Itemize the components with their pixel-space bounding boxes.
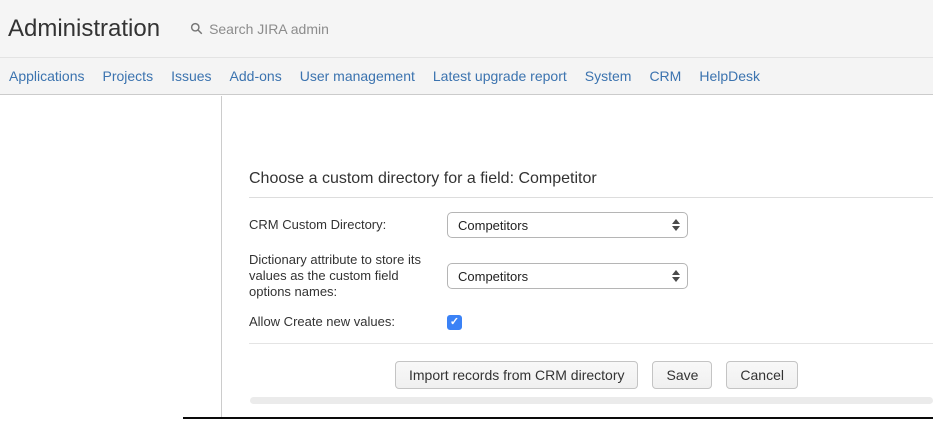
form-row-dictionary-attribute: Dictionary attribute to store its values…	[249, 252, 933, 300]
crm-directory-select-value: Competitors	[458, 218, 528, 233]
nav-item-user-management[interactable]: User management	[291, 68, 424, 84]
nav-item-issues[interactable]: Issues	[162, 68, 220, 84]
save-button[interactable]: Save	[652, 361, 712, 389]
dictionary-attribute-select[interactable]: Competitors	[447, 263, 688, 289]
form-divider	[249, 343, 933, 344]
nav-item-helpdesk[interactable]: HelpDesk	[690, 68, 769, 84]
nav-item-applications[interactable]: Applications	[0, 68, 94, 84]
crm-directory-select[interactable]: Competitors	[447, 212, 688, 238]
sidebar	[0, 96, 222, 417]
form-row-crm-directory: CRM Custom Directory: Competitors	[249, 212, 933, 238]
bottom-border-line	[183, 417, 933, 419]
nav-item-crm[interactable]: CRM	[640, 68, 690, 84]
page-title: Administration	[8, 15, 160, 43]
jira-admin-page: Administration Applications Projects Iss…	[0, 0, 933, 425]
select-stepper-icon	[672, 219, 680, 231]
dictionary-attribute-select-value: Competitors	[458, 269, 528, 284]
admin-nav: Applications Projects Issues Add-ons Use…	[0, 57, 933, 95]
import-records-button[interactable]: Import records from CRM directory	[395, 361, 638, 389]
allow-create-label: Allow Create new values:	[249, 314, 447, 330]
horizontal-scrollbar[interactable]	[250, 397, 933, 404]
nav-item-system[interactable]: System	[576, 68, 641, 84]
buttons-row: Import records from CRM directory Save C…	[249, 361, 933, 389]
select-stepper-icon	[672, 270, 680, 282]
search-input[interactable]	[209, 21, 389, 37]
nav-item-addons[interactable]: Add-ons	[221, 68, 291, 84]
allow-create-checkbox[interactable]	[447, 315, 462, 330]
search-icon	[190, 22, 209, 35]
cancel-button[interactable]: Cancel	[726, 361, 798, 389]
header: Administration	[0, 0, 933, 57]
main-content: Choose a custom directory for a field: C…	[223, 96, 933, 389]
section-heading: Choose a custom directory for a field: C…	[249, 170, 933, 198]
dictionary-attribute-label: Dictionary attribute to store its values…	[249, 252, 447, 300]
form-row-allow-create: Allow Create new values:	[249, 314, 933, 330]
nav-item-latest-upgrade-report[interactable]: Latest upgrade report	[424, 68, 576, 84]
admin-search[interactable]	[190, 21, 389, 37]
crm-directory-label: CRM Custom Directory:	[249, 217, 447, 233]
nav-item-projects[interactable]: Projects	[94, 68, 163, 84]
